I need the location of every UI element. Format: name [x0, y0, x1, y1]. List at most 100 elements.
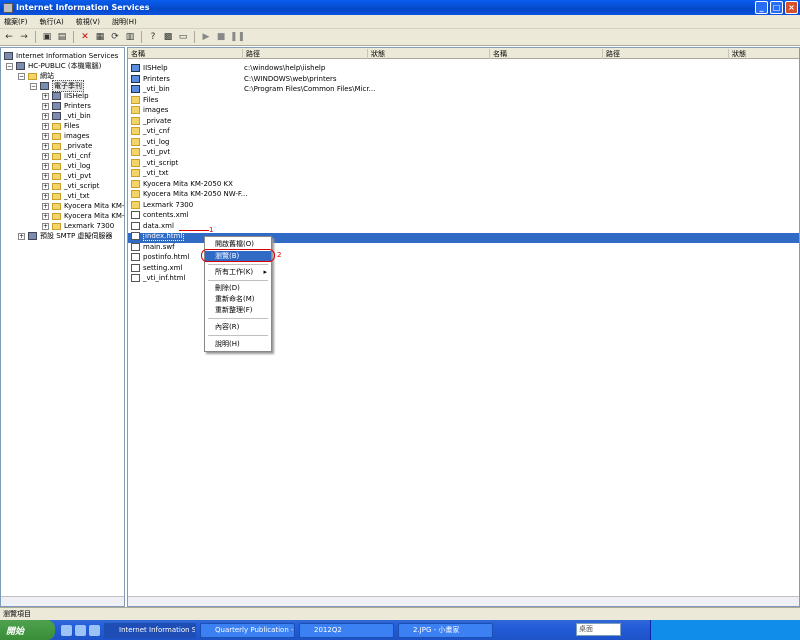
play-icon[interactable]: ▶ [200, 31, 212, 43]
column-status-2[interactable]: 狀態 [729, 49, 799, 59]
column-name[interactable]: 名稱 [128, 49, 243, 59]
list-item[interactable]: _vti_bin C:\Program Files\Common Files\Mi… [128, 84, 375, 94]
list-item[interactable]: Printers C:\WINDOWS\web\printers [128, 74, 337, 84]
tree-hscrollbar[interactable] [1, 596, 124, 606]
expand-icon[interactable]: + [42, 102, 49, 110]
ctx-refresh[interactable]: 重新整理(F) [205, 305, 271, 316]
properties-icon[interactable]: ▦ [94, 31, 106, 43]
expand-icon[interactable]: + [42, 142, 49, 150]
tree-item[interactable]: + _vti_txt [42, 191, 89, 201]
menu-help[interactable]: 說明(H) [112, 17, 137, 27]
tree-item[interactable]: + _private [42, 141, 92, 151]
forward-icon[interactable]: → [18, 31, 30, 43]
maximize-button[interactable]: □ [770, 1, 783, 14]
task-paint[interactable]: 2.JPG - 小畫家 [398, 622, 493, 638]
expand-icon[interactable]: + [42, 182, 49, 190]
task-quarterly[interactable]: Quarterly Publication -... [200, 622, 295, 638]
help-icon[interactable]: ? [147, 31, 159, 43]
start-button[interactable]: 開始 [0, 620, 55, 640]
ctx-help[interactable]: 說明(H) [205, 339, 271, 350]
tree-item[interactable]: +Kyocera Mita KM-20 [42, 211, 124, 221]
tree-item[interactable]: + _vti_bin [42, 111, 91, 121]
ctx-delete[interactable]: 刪除(D) [205, 283, 271, 294]
list-item[interactable]: _vti_cnf [128, 126, 170, 136]
up-icon[interactable]: ▣ [41, 31, 53, 43]
list-item[interactable]: images [128, 105, 168, 115]
column-path[interactable]: 路徑 [243, 49, 368, 59]
expand-icon[interactable]: + [42, 112, 49, 120]
expand-icon[interactable]: + [42, 222, 49, 230]
tree-item[interactable]: + _vti_pvt [42, 171, 91, 181]
expand-icon[interactable]: + [42, 152, 49, 160]
tree-item[interactable]: + _vti_script [42, 181, 99, 191]
tree-item[interactable]: + images [42, 131, 89, 141]
delete-icon[interactable]: ✕ [79, 31, 91, 43]
list-item[interactable]: Files [128, 95, 158, 105]
tree-item[interactable]: +Kyocera Mita KM-20 [42, 201, 124, 211]
menu-view[interactable]: 檢視(V) [76, 17, 100, 27]
collapse-icon[interactable]: − [6, 62, 13, 70]
list-item[interactable]: index.html [128, 231, 185, 241]
ctx-all-tasks[interactable]: 所有工作(K) ▸ [205, 267, 271, 278]
expand-icon[interactable]: + [42, 192, 49, 200]
ie-icon[interactable] [61, 624, 72, 636]
expand-icon[interactable]: + [42, 122, 49, 130]
back-icon[interactable]: ← [3, 31, 15, 43]
list-hscrollbar[interactable] [128, 596, 799, 606]
list-item[interactable]: _vti_log [128, 137, 170, 147]
list-item[interactable]: _vti_inf.html [128, 273, 185, 283]
tree-server[interactable]: − HC-PUBLIC (本機電腦) [6, 61, 101, 71]
ctx-rename[interactable]: 重新命名(M) [205, 294, 271, 305]
expand-icon[interactable]: + [18, 232, 25, 240]
collapse-icon[interactable]: − [18, 72, 25, 80]
column-status[interactable]: 狀態 [368, 49, 490, 59]
close-button[interactable]: × [785, 1, 798, 14]
collapse-icon[interactable]: − [30, 82, 37, 90]
tree-item[interactable]: + _vti_log [42, 161, 91, 171]
tree-sites[interactable]: − 網站 [18, 71, 54, 81]
firefox-icon[interactable] [75, 624, 86, 636]
tree-root[interactable]: Internet Information Services [4, 51, 118, 61]
expand-icon[interactable]: + [42, 92, 49, 100]
column-path-2[interactable]: 路徑 [603, 49, 729, 59]
list-item[interactable]: _vti_txt [128, 168, 168, 178]
task-iis[interactable]: Internet Information S... [104, 622, 196, 638]
list-item[interactable]: setting.xml [128, 263, 182, 273]
expand-icon[interactable]: + [42, 132, 49, 140]
computer-icon[interactable]: ▭ [177, 31, 189, 43]
view-icon[interactable]: ▩ [162, 31, 174, 43]
list-item[interactable]: data.xml [128, 221, 174, 231]
list-item[interactable]: _private [128, 116, 171, 126]
menu-file[interactable]: 檔案(F) [4, 17, 28, 27]
expand-icon[interactable]: + [42, 162, 49, 170]
list-item[interactable]: Lexmark 7300 [128, 200, 193, 210]
outlook-icon[interactable] [89, 624, 100, 636]
tree-item[interactable]: + _vti_cnf [42, 151, 91, 161]
list-item[interactable]: postinfo.html [128, 252, 189, 262]
desktop-toolbar[interactable]: 桌面 [576, 623, 621, 636]
tree-item[interactable]: + Lexmark 7300 [42, 221, 114, 231]
list-item[interactable]: Kyocera Mita KM-2050 NW-F... [128, 189, 247, 199]
expand-icon[interactable]: + [42, 202, 49, 210]
list-item[interactable]: contents.xml [128, 210, 189, 220]
tree-item[interactable]: + Files [42, 121, 79, 131]
export-icon[interactable]: ▥ [124, 31, 136, 43]
task-2012q2[interactable]: 2012Q2 [299, 622, 394, 638]
column-name-2[interactable]: 名稱 [490, 49, 603, 59]
ctx-properties[interactable]: 內容(R) [205, 322, 271, 333]
list-item[interactable]: IISHelp c:\windows\help\iishelp [128, 63, 325, 73]
pause-icon[interactable]: ❚❚ [230, 31, 245, 43]
stop-icon[interactable]: ■ [215, 31, 227, 43]
tree-item[interactable]: + IISHelp [42, 91, 89, 101]
tree-item[interactable]: + Printers [42, 101, 91, 111]
show-tree-icon[interactable]: ▤ [56, 31, 68, 43]
expand-icon[interactable]: + [42, 172, 49, 180]
list-item[interactable]: main.swf [128, 242, 175, 252]
refresh-icon[interactable]: ⟳ [109, 31, 121, 43]
list-item[interactable]: _vti_pvt [128, 147, 170, 157]
tree-smtp[interactable]: + 預設 SMTP 虛擬伺服器 [18, 231, 112, 241]
list-item[interactable]: _vti_script [128, 158, 178, 168]
menu-action[interactable]: 執行(A) [40, 17, 64, 27]
expand-icon[interactable]: + [42, 212, 49, 220]
tree-site[interactable]: − 電子季刊 [30, 80, 84, 92]
